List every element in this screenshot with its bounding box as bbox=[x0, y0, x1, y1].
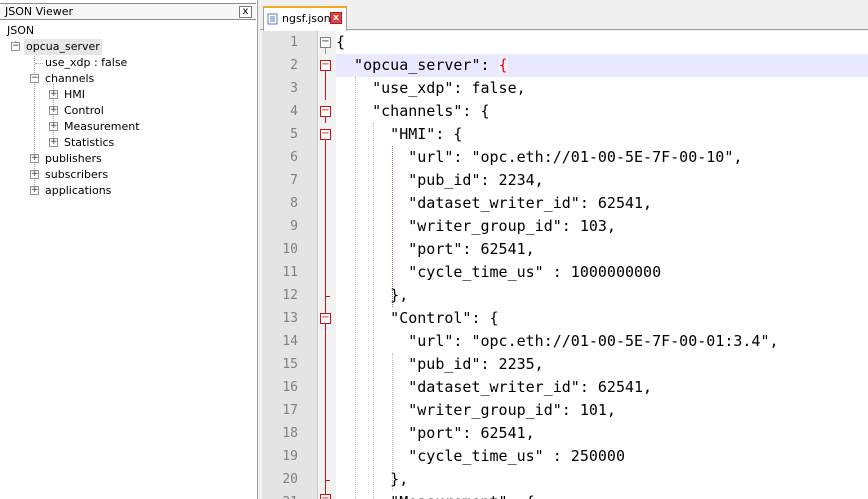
code-line[interactable]: "url": "opc.eth://01-00-5E-7F-00-10", bbox=[336, 146, 742, 169]
line-number: 12 bbox=[282, 288, 298, 303]
fold-line-active bbox=[325, 71, 326, 100]
tree-root[interactable]: JSON bbox=[7, 23, 34, 39]
line-number: 18 bbox=[282, 426, 298, 441]
line-number: 1 bbox=[290, 35, 298, 50]
line-number: 16 bbox=[282, 380, 298, 395]
collapse-icon[interactable]: − bbox=[30, 74, 39, 83]
fold-line-active bbox=[325, 296, 326, 313]
code-line[interactable]: "pub_id": 2234, bbox=[336, 169, 543, 192]
line-number: 7 bbox=[290, 173, 298, 188]
fold-line-active bbox=[325, 324, 326, 480]
code-line[interactable]: "cycle_time_us" : 1000000000 bbox=[336, 261, 661, 284]
tree-node-statistics[interactable]: Statistics bbox=[64, 135, 114, 151]
fold-toggle-icon[interactable]: − bbox=[320, 37, 331, 48]
line-number: 20 bbox=[282, 472, 298, 487]
fold-toggle-icon[interactable]: − bbox=[320, 60, 331, 71]
fold-toggle-icon[interactable]: − bbox=[320, 129, 331, 140]
matched-brace: { bbox=[498, 56, 508, 74]
file-icon bbox=[267, 13, 278, 25]
expand-icon[interactable]: + bbox=[49, 138, 58, 147]
code-line[interactable]: "url": "opc.eth://01-00-5E-7F-00-01:3.4"… bbox=[336, 330, 778, 353]
line-number: 4 bbox=[290, 104, 298, 119]
code-editor[interactable]: 1 2 3 4 5 6 7 8 9 10 11 12 13 14 15 16 1… bbox=[262, 31, 868, 499]
fold-line bbox=[325, 48, 326, 54]
line-number: 15 bbox=[282, 357, 298, 372]
panel-title-text: JSON Viewer bbox=[5, 5, 74, 18]
fold-margin bbox=[318, 31, 336, 499]
fold-toggle-icon[interactable]: − bbox=[320, 313, 331, 324]
line-number: 21 bbox=[262, 491, 298, 499]
expand-icon[interactable]: + bbox=[30, 154, 39, 163]
line-number: 5 bbox=[290, 127, 298, 142]
line-number: 6 bbox=[290, 150, 298, 165]
panel-close-button[interactable]: x bbox=[239, 6, 252, 18]
code-line[interactable]: }, bbox=[336, 284, 408, 307]
fold-line-active bbox=[325, 140, 326, 296]
line-number: 8 bbox=[290, 196, 298, 211]
code-line[interactable]: "dataset_writer_id": 62541, bbox=[336, 376, 652, 399]
tree-node-subscribers[interactable]: subscribers bbox=[45, 167, 108, 183]
line-number: 2 bbox=[290, 58, 298, 73]
tab-bar: ngsf.json x bbox=[260, 0, 868, 31]
code-line[interactable]: "dataset_writer_id": 62541, bbox=[336, 192, 652, 215]
expand-icon[interactable]: + bbox=[49, 90, 58, 99]
tree-node-opcua-server[interactable]: opcua_server bbox=[24, 39, 102, 55]
code-line[interactable]: "opcua_server": { bbox=[336, 54, 508, 77]
code-line[interactable]: "pub_id": 2235, bbox=[336, 353, 543, 376]
tree-node-channels[interactable]: channels bbox=[45, 71, 94, 87]
code-line-text: "opcua_server": bbox=[336, 56, 499, 74]
line-number: 3 bbox=[290, 81, 298, 96]
line-number: 9 bbox=[290, 219, 298, 234]
code-line[interactable]: "port": 62541, bbox=[336, 238, 534, 261]
tree-node-publishers[interactable]: publishers bbox=[45, 151, 102, 167]
line-number: 19 bbox=[282, 449, 298, 464]
line-number: 17 bbox=[282, 403, 298, 418]
tree-node-applications[interactable]: applications bbox=[45, 183, 111, 199]
tree-node-control[interactable]: Control bbox=[64, 103, 104, 119]
tree-connector bbox=[35, 63, 43, 64]
expand-icon[interactable]: + bbox=[30, 170, 39, 179]
line-number: 14 bbox=[282, 334, 298, 349]
tree-node-use-xdp[interactable]: use_xdp : false bbox=[45, 55, 127, 71]
json-viewer-panel: JSON Viewer x JSON − opcua_server use_xd… bbox=[0, 0, 258, 499]
fold-toggle-icon[interactable]: − bbox=[320, 106, 331, 117]
line-number: 11 bbox=[282, 265, 298, 280]
line-number: 10 bbox=[282, 242, 298, 257]
panel-title: JSON Viewer x bbox=[0, 3, 256, 20]
code-line[interactable]: "use_xdp": false, bbox=[336, 77, 526, 100]
line-number: 13 bbox=[282, 311, 298, 326]
fold-line-active bbox=[325, 117, 326, 123]
code-line[interactable]: "writer_group_id": 101, bbox=[336, 399, 616, 422]
tab-close-icon[interactable]: x bbox=[330, 12, 342, 24]
code-line[interactable]: "writer_group_id": 103, bbox=[336, 215, 616, 238]
expand-icon[interactable]: + bbox=[49, 106, 58, 115]
tree-node-measurement[interactable]: Measurement bbox=[64, 119, 140, 135]
code-line[interactable]: }, bbox=[336, 468, 408, 491]
expand-icon[interactable]: + bbox=[30, 186, 39, 195]
code-line[interactable]: { bbox=[336, 31, 345, 54]
code-line[interactable]: "channels": { bbox=[336, 100, 489, 123]
tab-ngsf-json[interactable]: ngsf.json x bbox=[263, 6, 347, 31]
code-line[interactable]: "Control": { bbox=[336, 307, 498, 330]
code-line[interactable]: "cycle_time_us" : 250000 bbox=[336, 445, 625, 468]
expand-icon[interactable]: + bbox=[49, 122, 58, 131]
code-line[interactable]: "port": 62541, bbox=[336, 422, 534, 445]
code-line[interactable]: "Measurement": { bbox=[336, 491, 535, 499]
collapse-icon[interactable]: − bbox=[11, 42, 20, 51]
fold-toggle-icon[interactable]: − bbox=[320, 494, 331, 499]
code-line[interactable]: "HMI": { bbox=[336, 123, 462, 146]
tree-node-hmi[interactable]: HMI bbox=[64, 87, 85, 103]
tab-label: ngsf.json bbox=[282, 12, 331, 25]
